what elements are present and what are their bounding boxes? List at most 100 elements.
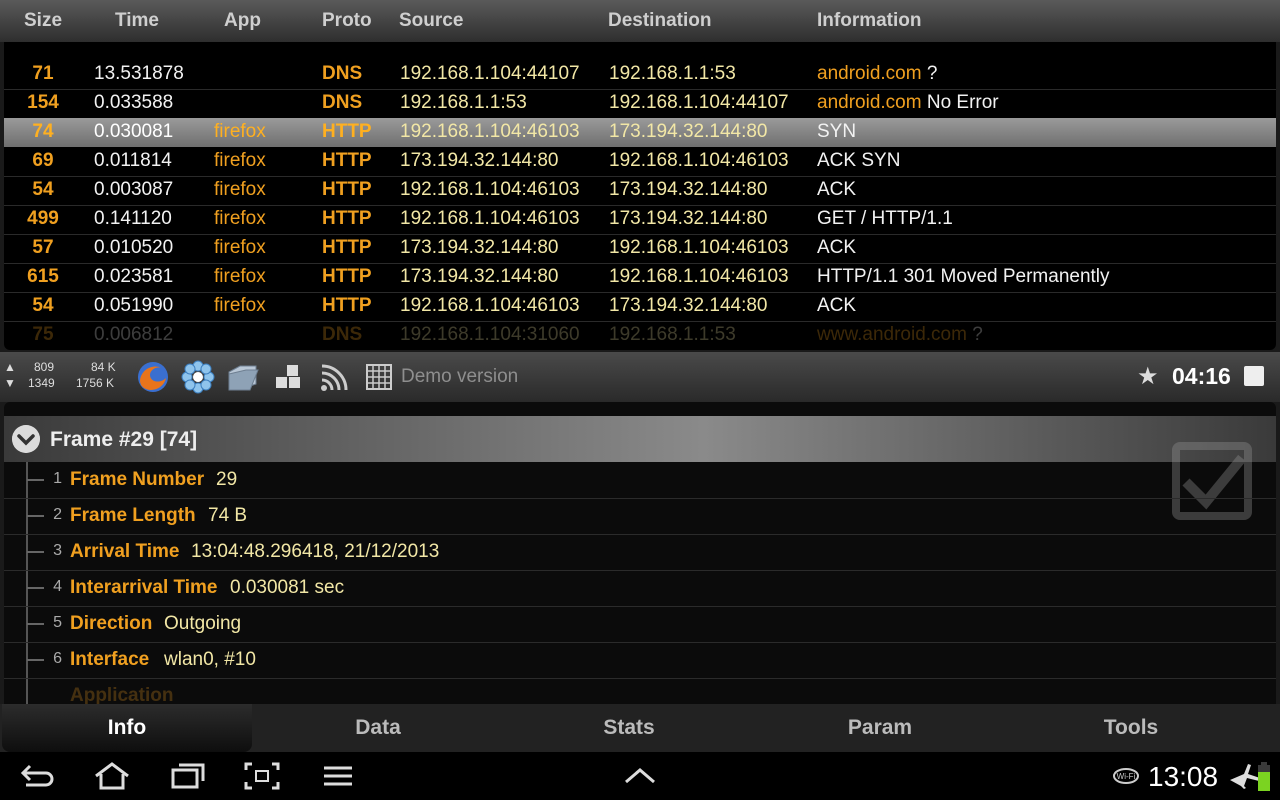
field-value: 13:04:48.296418, 21/12/2013: [191, 541, 440, 562]
packet-destination: 173.194.32.144:80: [609, 179, 768, 200]
home-icon[interactable]: [92, 760, 132, 792]
column-destination[interactable]: Destination: [608, 10, 711, 32]
field-index: 5: [53, 614, 62, 631]
frame-field-row[interactable]: 6 Interface wlan0, #10: [4, 642, 1276, 679]
column-information[interactable]: Information: [817, 10, 922, 32]
packet-source: 192.168.1.104:46103: [400, 179, 580, 200]
column-source[interactable]: Source: [399, 10, 463, 32]
chevron-down-icon[interactable]: [12, 425, 40, 453]
packet-time: 0.003087: [94, 179, 174, 200]
packet-destination: 192.168.1.104:46103: [609, 266, 789, 287]
tab-param[interactable]: Param: [755, 704, 1005, 752]
frame-field-row[interactable]: 2 Frame Length 74 B: [4, 498, 1276, 535]
column-header: Size Time App Proto Source Destination I…: [0, 0, 1280, 42]
packet-row[interactable]: 57 0.010520 firefox HTTP 173.194.32.144:80 19…: [4, 234, 1276, 264]
chevron-up-icon[interactable]: [620, 760, 660, 792]
packet-list[interactable]: 71 13.531878 DNS 192.168.1.104:44107 192.168…: [4, 42, 1276, 350]
wifi-icon[interactable]: [318, 360, 352, 394]
packet-app: firefox: [214, 295, 266, 316]
packet-row[interactable]: 69 0.011814 firefox HTTP 173.194.32.144:80 19…: [4, 147, 1276, 177]
packet-size: 57: [32, 237, 54, 258]
tab-data[interactable]: Data: [253, 704, 503, 752]
packet-info-text: ACK SYN: [817, 150, 901, 171]
packet-time: 0.011814: [94, 150, 172, 171]
packet-info-text: HTTP/1.1 301 Moved Permanently: [817, 266, 1110, 287]
field-key: Interface: [70, 649, 150, 670]
field-index: 4: [53, 578, 62, 595]
grid-icon[interactable]: [362, 360, 396, 394]
packet-size: 75: [32, 324, 54, 345]
packet-source: 173.194.32.144:80: [400, 150, 559, 171]
packet-source: 192.168.1.104:46103: [400, 208, 580, 229]
packet-proto: HTTP: [322, 121, 372, 142]
bytes-up: 84 K: [91, 360, 116, 374]
field-key: Frame Length: [70, 505, 196, 526]
tab-stats[interactable]: Stats: [504, 704, 754, 752]
blocks-icon[interactable]: [272, 360, 306, 394]
packet-info-text: ?: [921, 63, 938, 84]
column-app[interactable]: App: [224, 10, 261, 32]
back-icon[interactable]: [18, 760, 58, 792]
packet-time: 0.141120: [94, 208, 172, 229]
stop-icon[interactable]: [1244, 366, 1264, 386]
packet-proto: HTTP: [322, 150, 372, 171]
packet-size: 54: [32, 179, 54, 200]
packet-destination: 173.194.32.144:80: [609, 208, 768, 229]
svg-text:Wi-Fi: Wi-Fi: [1117, 772, 1136, 781]
frame-field-row[interactable]: 5 Direction Outgoing: [4, 606, 1276, 643]
packet-proto: HTTP: [322, 266, 372, 287]
tab-info[interactable]: Info: [2, 704, 252, 752]
frame-field-row[interactable]: 3 Arrival Time 13:04:48.296418, 21/12/2013: [4, 534, 1276, 571]
battery-icon: [1258, 762, 1270, 791]
packet-row[interactable]: 54 0.003087 firefox HTTP 192.168.1.104:46103…: [4, 176, 1276, 206]
packet-row[interactable]: 74 0.030081 firefox HTTP 192.168.1.104:46103…: [4, 118, 1276, 147]
frame-header[interactable]: Frame #29 [74]: [4, 416, 1276, 462]
packet-info-host: www.android.com: [817, 324, 967, 345]
packet-time: 0.051990: [94, 295, 174, 316]
packet-row[interactable]: 499 0.141120 firefox HTTP 192.168.1.104:4610…: [4, 205, 1276, 235]
screenshot-icon[interactable]: [242, 760, 282, 792]
field-key: Frame Number: [70, 469, 205, 490]
packets-down: 1349: [28, 376, 55, 390]
system-clock: 13:08: [1148, 761, 1219, 792]
packet-app: firefox: [214, 121, 266, 142]
packet-row[interactable]: 615 0.023581 firefox HTTP 173.194.32.144:80 1…: [4, 263, 1276, 293]
column-size[interactable]: Size: [24, 10, 62, 32]
packet-info-text: ?: [966, 324, 983, 345]
packet-destination: 192.168.1.1:53: [609, 324, 736, 345]
packet-source: 173.194.32.144:80: [400, 237, 559, 258]
packet-app: firefox: [214, 208, 266, 229]
packet-row[interactable]: 154 0.033588 DNS 192.168.1.1:53 192.168.1.10…: [4, 89, 1276, 119]
packet-destination: 192.168.1.104:46103: [609, 237, 789, 258]
packet-proto: DNS: [322, 92, 363, 113]
packet-proto: HTTP: [322, 179, 372, 200]
packet-row[interactable]: 54 0.051990 firefox HTTP 192.168.1.104:46103…: [4, 292, 1276, 322]
frame-details-panel: Frame #29 [74] 1 Frame Number 29 2 Frame Len…: [4, 402, 1276, 704]
frame-field-row[interactable]: 1 Frame Number 29: [4, 462, 1276, 499]
star-icon[interactable]: ★: [1137, 362, 1159, 391]
folder-icon[interactable]: [226, 360, 260, 394]
packet-row[interactable]: 71 13.531878 DNS 192.168.1.104:44107 192.168…: [4, 60, 1276, 90]
firefox-icon[interactable]: [136, 360, 170, 394]
tab-tools[interactable]: Tools: [1006, 704, 1256, 752]
packet-size: 154: [27, 92, 59, 113]
packet-destination: 173.194.32.144:80: [609, 295, 768, 316]
field-index: 6: [53, 650, 62, 667]
packet-time: 0.030081: [94, 121, 174, 142]
packet-app: firefox: [214, 179, 266, 200]
packet-info-text: ACK: [817, 179, 857, 200]
packet-destination: 173.194.32.144:80: [609, 121, 768, 142]
field-value: wlan0, #10: [164, 649, 256, 670]
packet-info-text: ACK: [817, 295, 857, 316]
frame-field-row[interactable]: 4 Interarrival Time 0.030081 sec: [4, 570, 1276, 607]
column-time[interactable]: Time: [115, 10, 159, 32]
packet-time: 0.033588: [94, 92, 174, 113]
menu-icon[interactable]: [318, 760, 358, 792]
settings-flower-icon[interactable]: [181, 360, 215, 394]
packet-size: 71: [32, 63, 54, 84]
column-proto[interactable]: Proto: [322, 10, 372, 32]
packet-proto: HTTP: [322, 295, 372, 316]
recent-apps-icon[interactable]: [168, 760, 208, 792]
packet-time: 0.010520: [94, 237, 174, 258]
packet-row[interactable]: 75 0.006812 DNS 192.168.1.104:31060 192.168.…: [4, 321, 1276, 350]
